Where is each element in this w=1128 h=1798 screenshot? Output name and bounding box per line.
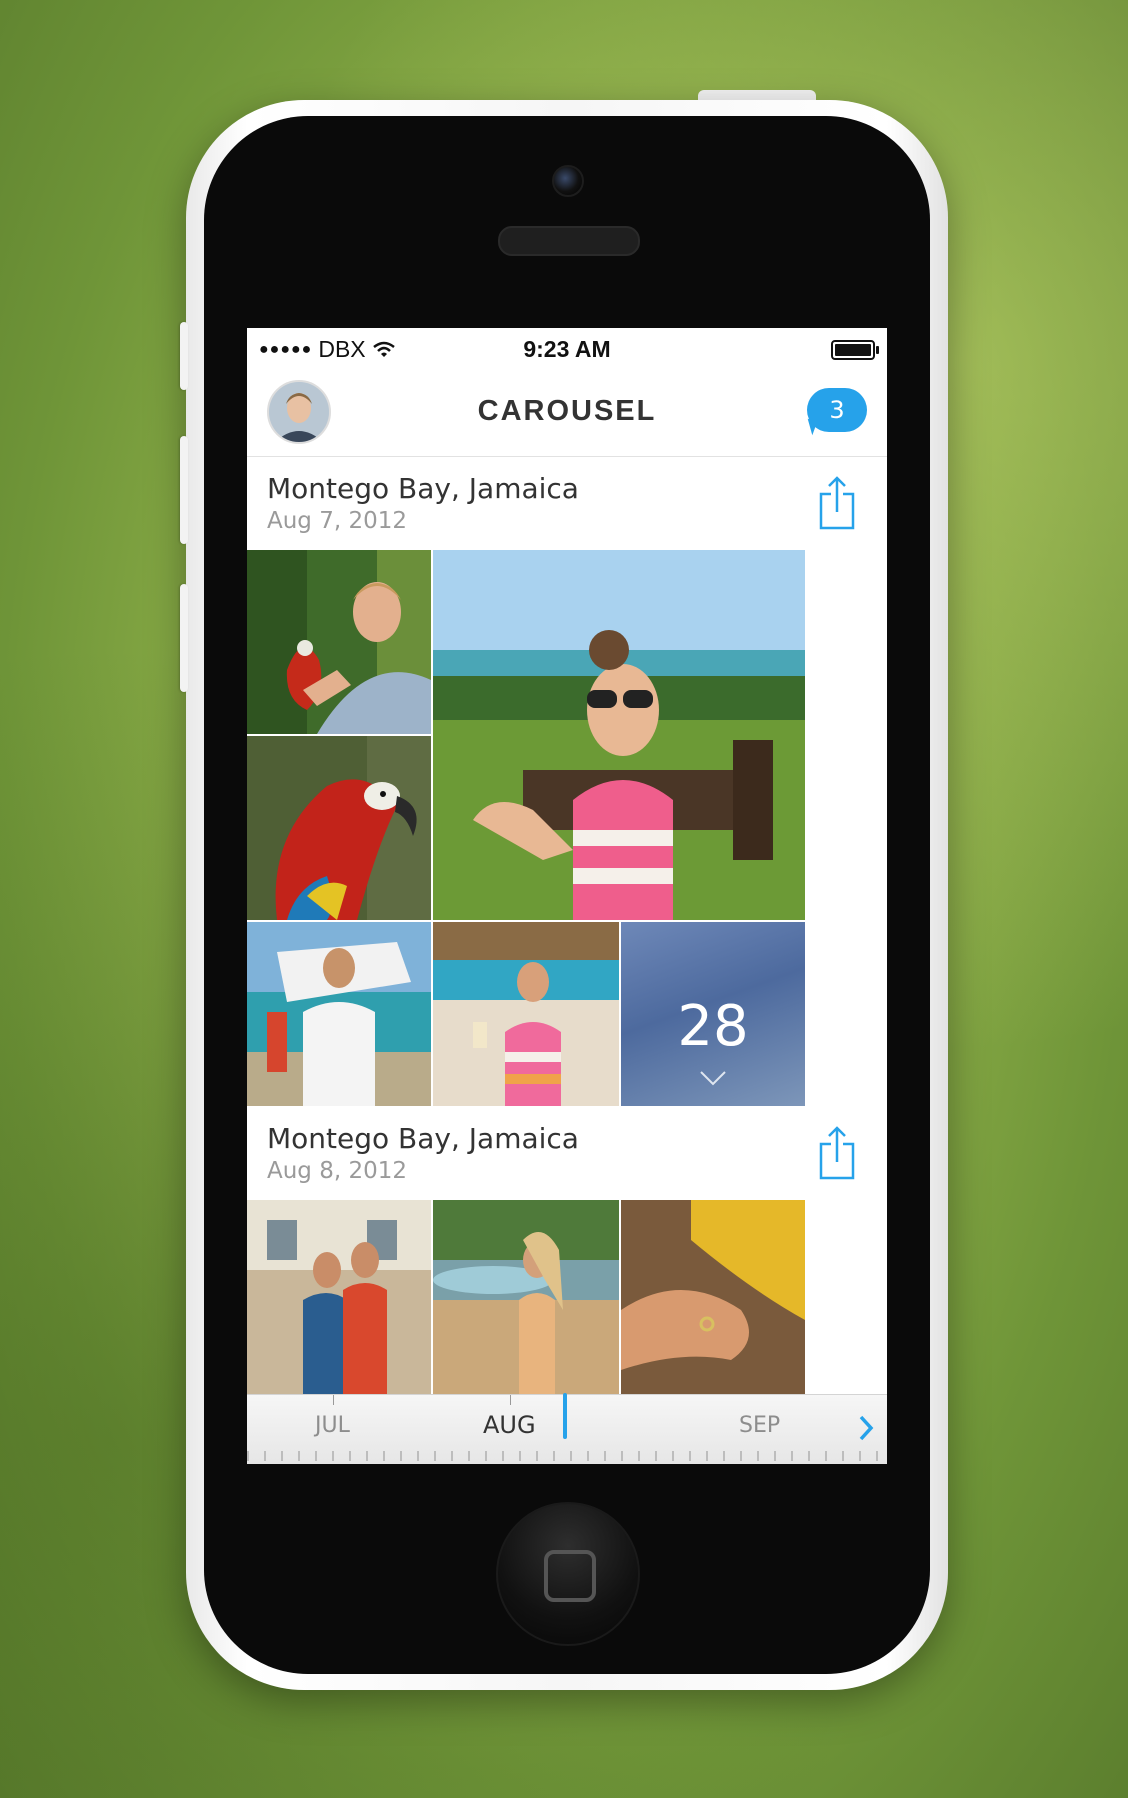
timeline-position-indicator[interactable] [563, 1393, 567, 1439]
section-location: Montego Bay, Jamaica [267, 1122, 579, 1155]
section-date: Aug 8, 2012 [267, 1158, 408, 1184]
volume-up-button [180, 436, 188, 544]
more-photos-count: 28 [677, 994, 749, 1059]
timeline-scrubber[interactable]: JUL AUG SEP [247, 1393, 887, 1464]
mute-switch [180, 322, 188, 390]
timeline-ruler [247, 1451, 887, 1461]
chevron-down-icon [700, 1071, 726, 1086]
photo-macaw[interactable] [247, 736, 431, 920]
chevron-right-icon[interactable] [857, 1413, 875, 1443]
front-camera [552, 165, 584, 197]
section-header: Montego Bay, Jamaica Aug 7, 2012 [247, 458, 887, 550]
battery-icon [831, 340, 879, 360]
timeline-tick [333, 1395, 334, 1405]
photo-woman-peace-sign[interactable] [433, 550, 805, 920]
page-title: CAROUSEL [477, 395, 657, 427]
battery-fill [835, 344, 871, 356]
photo-hands-with-ring[interactable] [621, 1200, 805, 1394]
timeline-tick [510, 1395, 511, 1405]
photo-man-with-parrot[interactable] [247, 550, 431, 734]
photo-woman-by-fountain[interactable] [433, 1200, 619, 1394]
section-date: Aug 7, 2012 [267, 508, 408, 534]
app-screen: ●●●●● DBX 9:23 AM CAROUSEL 3 Montego Bay… [247, 328, 887, 1464]
section-header: Montego Bay, Jamaica Aug 8, 2012 [247, 1108, 887, 1200]
navigation-bar: CAROUSEL 3 [247, 368, 887, 457]
photo-woman-on-beach[interactable] [433, 922, 619, 1106]
home-button-icon [544, 1550, 596, 1602]
chat-bubble-icon[interactable]: 3 [807, 388, 867, 432]
earpiece-speaker [498, 226, 640, 256]
timeline-month-aug[interactable]: AUG [483, 1411, 536, 1439]
timeline-month-sep[interactable]: SEP [739, 1413, 780, 1438]
section-location: Montego Bay, Jamaica [267, 472, 579, 505]
share-icon[interactable] [817, 474, 857, 530]
more-photos-tile[interactable]: 28 [621, 922, 805, 1106]
timeline-month-jul[interactable]: JUL [315, 1413, 350, 1438]
photo-couple-at-resort[interactable] [247, 1200, 431, 1394]
status-time: 9:23 AM [523, 336, 611, 362]
share-icon[interactable] [817, 1124, 857, 1180]
status-bar: ●●●●● DBX 9:23 AM [247, 328, 887, 368]
volume-down-button [180, 584, 188, 692]
photo-man-at-dock[interactable] [247, 922, 431, 1106]
